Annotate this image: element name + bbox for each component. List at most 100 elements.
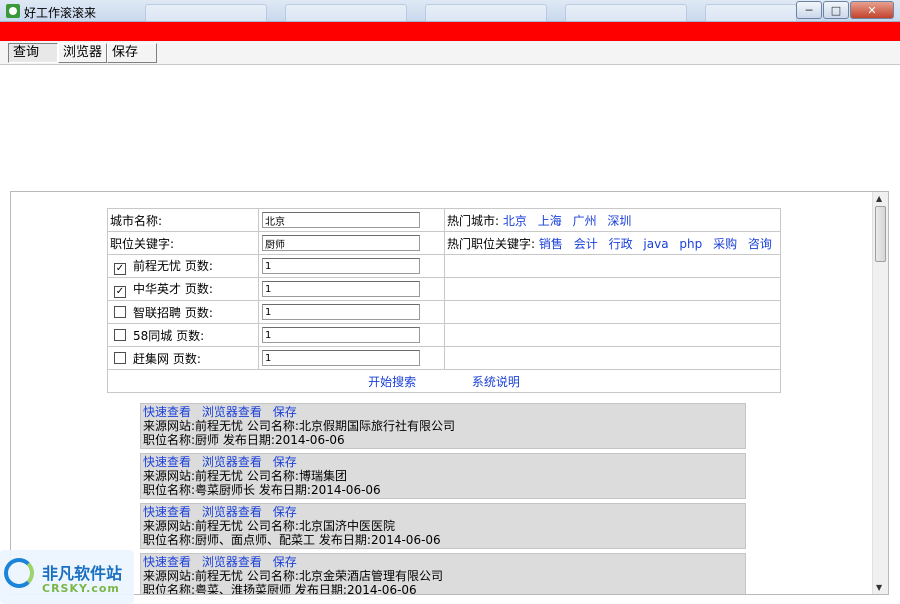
tab-browser[interactable]: 浏览器 [58, 43, 107, 63]
browser-view-link[interactable]: 浏览器查看 [202, 405, 262, 419]
system-help-button[interactable]: 系统说明 [472, 375, 520, 389]
hot-keywords-label: 热门职位关键字: [447, 236, 536, 251]
query-panel: 城市名称: 热门城市: 北京 上海 广州 深圳 职位关键字: 热门职位关键字: … [10, 191, 889, 595]
date-label: 发布日期: [318, 533, 371, 547]
position-label: 职位名称: [143, 483, 196, 497]
browser-view-link[interactable]: 浏览器查看 [202, 455, 262, 469]
date-value: 2014-06-06 [274, 433, 345, 447]
pages-label: 页数: [176, 328, 205, 343]
background-window-tab [285, 4, 407, 22]
date-label: 发布日期: [222, 433, 275, 447]
pages-input-chinahr[interactable] [262, 281, 420, 298]
date-value: 2014-06-06 [346, 583, 417, 595]
pages-input-zhaopin[interactable] [262, 304, 420, 321]
hot-keyword-link[interactable]: 采购 [713, 237, 737, 251]
maximize-button[interactable]: □ [823, 1, 849, 19]
source-name: 赶集网 [133, 351, 170, 366]
hot-keyword-link[interactable]: php [679, 237, 702, 251]
browser-view-link[interactable]: 浏览器查看 [202, 555, 262, 569]
scroll-thumb[interactable] [875, 206, 886, 262]
quick-view-link[interactable]: 快速查看 [143, 455, 191, 469]
tab-save[interactable]: 保存 [107, 43, 157, 63]
source-checkbox-ganji[interactable] [114, 351, 126, 364]
hot-keyword-link[interactable]: 销售 [539, 237, 563, 251]
company-value: 北京假期国际旅行社有限公司 [298, 419, 455, 433]
result-item: 快速查看 浏览器查看 保存 来源网站:前程无忧 公司名称:北京金荣酒店管理有限公… [140, 553, 746, 595]
position-value: 粤菜、淮扬菜厨师 [195, 583, 292, 595]
quick-view-link[interactable]: 快速查看 [143, 555, 191, 569]
maximize-icon: □ [830, 3, 842, 17]
source-name: 前程无忧 [133, 259, 182, 273]
close-button[interactable]: ✕ [850, 1, 894, 19]
pages-input-58[interactable] [262, 327, 420, 344]
source-label: 来源网站: [143, 569, 196, 583]
save-link[interactable]: 保存 [273, 555, 297, 569]
hot-keyword-link[interactable]: 咨询 [748, 237, 772, 251]
save-link[interactable]: 保存 [273, 505, 297, 519]
source-name: 中华英才 [133, 282, 182, 296]
hot-city-link[interactable]: 上海 [538, 214, 562, 228]
browser-view-link[interactable]: 浏览器查看 [202, 505, 262, 519]
search-form: 城市名称: 热门城市: 北京 上海 广州 深圳 职位关键字: 热门职位关键字: … [107, 208, 781, 393]
start-search-button[interactable]: 开始搜索 [368, 375, 416, 389]
pages-input-ganji[interactable] [262, 350, 420, 367]
source-name: 智联招聘 [133, 305, 182, 320]
source-name: 58同城 [133, 328, 173, 343]
tab-strip: 查询 浏览器 保存 [0, 41, 900, 65]
keyword-input[interactable] [262, 235, 420, 251]
position-label: 职位名称: [143, 583, 196, 595]
hot-city-link[interactable]: 广州 [573, 214, 597, 228]
city-input[interactable] [262, 212, 420, 228]
app-icon [6, 4, 20, 18]
position-label: 职位名称: [143, 433, 196, 447]
date-value: 2014-06-06 [370, 533, 441, 547]
source-checkbox-58[interactable] [114, 328, 126, 341]
watermark-en: CRSKY.com [42, 582, 120, 595]
city-label: 城市名称: [107, 208, 259, 232]
minimize-icon: ─ [805, 3, 813, 17]
hot-keyword-link[interactable]: 会计 [574, 237, 598, 251]
source-label: 来源网站: [143, 419, 196, 433]
watermark: 非凡软件站 CRSKY.com [0, 550, 134, 604]
save-link[interactable]: 保存 [273, 405, 297, 419]
source-value: 前程无忧 [195, 419, 244, 433]
red-banner [0, 22, 900, 41]
background-window-tab [425, 4, 547, 22]
hot-keyword-link[interactable]: java [643, 237, 668, 251]
source-value: 前程无忧 [195, 569, 244, 583]
hot-keyword-link[interactable]: 行政 [609, 237, 633, 251]
position-label: 职位名称: [143, 533, 196, 547]
watermark-cn: 非凡软件站 [42, 564, 123, 583]
source-checkbox-51job[interactable]: ✓ [114, 263, 126, 275]
minimize-button[interactable]: ─ [796, 1, 822, 19]
close-icon: ✕ [867, 3, 877, 17]
hot-city-link[interactable]: 深圳 [607, 214, 631, 228]
pages-label: 页数: [184, 305, 213, 320]
source-checkbox-chinahr[interactable]: ✓ [114, 286, 126, 298]
background-window-tab [145, 4, 267, 22]
window-title: 好工作滚滚来 [24, 6, 97, 20]
vertical-scrollbar[interactable]: ▲ ▼ [872, 192, 888, 594]
pages-label: 页数: [184, 259, 213, 273]
tab-query[interactable]: 查询 [8, 43, 58, 63]
scroll-up-icon[interactable]: ▲ [876, 194, 882, 203]
result-item: 快速查看 浏览器查看 保存 来源网站:前程无忧 公司名称:博瑞集团 职位名称:粤… [140, 453, 746, 499]
company-value: 北京国济中医医院 [298, 519, 395, 533]
source-checkbox-zhaopin[interactable] [114, 305, 126, 318]
quick-view-link[interactable]: 快速查看 [143, 505, 191, 519]
position-value: 粤菜厨师长 [195, 483, 256, 497]
quick-view-link[interactable]: 快速查看 [143, 405, 191, 419]
company-value: 北京金荣酒店管理有限公司 [298, 569, 443, 583]
date-label: 发布日期: [258, 483, 311, 497]
result-item: 快速查看 浏览器查看 保存 来源网站:前程无忧 公司名称:北京假期国际旅行社有限… [140, 403, 746, 449]
company-value: 博瑞集团 [298, 469, 347, 483]
position-value: 厨师 [195, 433, 220, 447]
scroll-down-icon[interactable]: ▼ [876, 583, 882, 592]
save-link[interactable]: 保存 [273, 455, 297, 469]
pages-input-51job[interactable] [262, 258, 420, 275]
tab-label: 浏览器 [63, 45, 103, 60]
hot-cities-label: 热门城市: [447, 213, 500, 228]
source-value: 前程无忧 [195, 469, 244, 483]
watermark-logo-icon [4, 558, 34, 588]
hot-city-link[interactable]: 北京 [503, 214, 527, 228]
